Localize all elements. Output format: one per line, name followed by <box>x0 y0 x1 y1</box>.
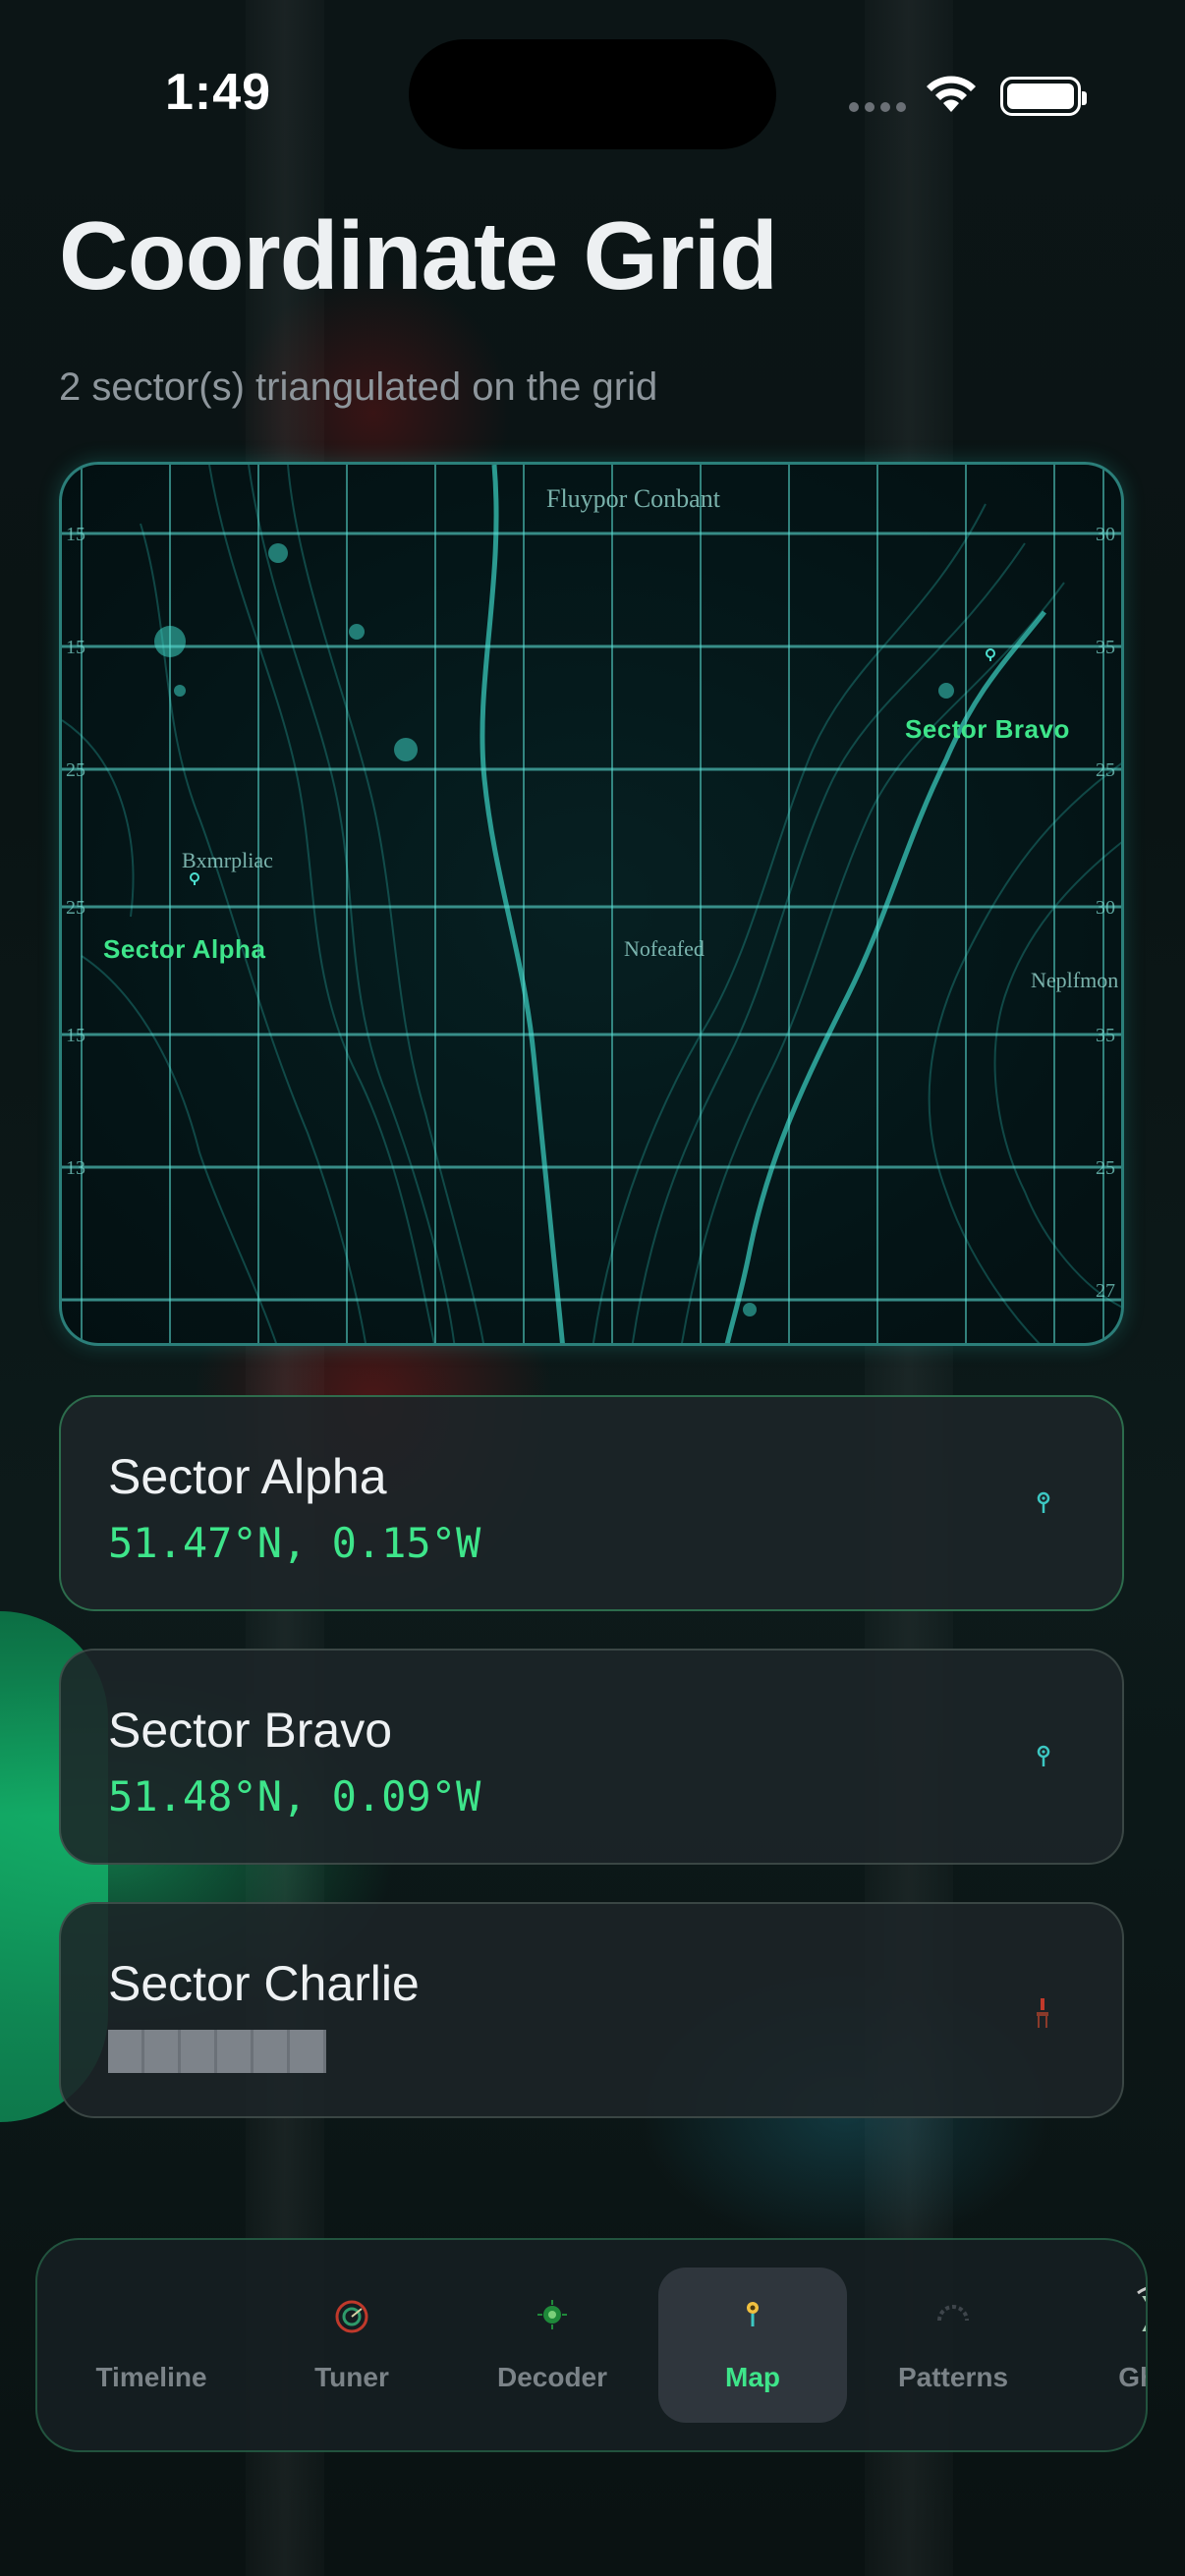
tab-label: Ghos <box>1118 2362 1146 2392</box>
tab-timeline[interactable]: Timeline <box>57 2268 246 2423</box>
tab-patterns[interactable]: Patterns <box>859 2268 1047 2423</box>
map-edge-tick: 13 <box>66 1157 85 1179</box>
tab-label: Map <box>725 2362 780 2392</box>
map-place-label: Fluypor Conbant <box>546 484 720 513</box>
wifi-icon <box>927 76 976 112</box>
map-edge-tick: 15 <box>66 1025 85 1046</box>
page-subtitle: 2 sector(s) triangulated on the grid <box>59 365 658 409</box>
map-sector-tag-alpha[interactable]: Sector Alpha <box>103 934 265 965</box>
map-pin-icon <box>747 2302 759 2326</box>
map-edge-tick: 35 <box>1096 637 1115 658</box>
tuner-dial-icon <box>335 2300 368 2333</box>
map-place-label: Neplfmon <box>1031 968 1119 992</box>
sector-name: Sector Alpha <box>108 1449 387 1504</box>
sector-name: Sector Charlie <box>108 1956 420 2011</box>
map-edge-tick: 30 <box>1096 897 1115 919</box>
map-edge-tick: 25 <box>66 897 85 919</box>
tab-map[interactable]: Map <box>658 2268 847 2423</box>
sector-card-bravo[interactable]: Sector Bravo 51.48°N, 0.09°W <box>59 1649 1124 1865</box>
map-place-label: Nofeafed <box>624 936 705 961</box>
coordinate-map[interactable]: Fluypor Conbant Bxmrpliac Nofeafed Neplf… <box>59 462 1124 1346</box>
map-edge-tick: 15 <box>66 637 85 658</box>
map-edge-tick: 30 <box>1096 524 1115 545</box>
sector-coordinates: 51.47°N, 0.15°W <box>108 1519 481 1567</box>
dynamic-island <box>409 39 776 149</box>
pin-icon <box>1037 1491 1050 1513</box>
map-place-label: Bxmrpliac <box>182 848 273 872</box>
status-time: 1:49 <box>165 64 272 121</box>
map-edge-tick: 25 <box>1096 1157 1115 1179</box>
map-sector-tag-bravo[interactable]: Sector Bravo <box>905 714 1070 745</box>
map-edge-tick: 27 <box>1096 1280 1115 1302</box>
sector-card-charlie[interactable]: Sector Charlie <box>59 1902 1124 2118</box>
tab-label: Timeline <box>95 2362 207 2392</box>
redacted-coordinates <box>108 2030 326 2073</box>
map-terrain <box>62 465 1121 1343</box>
tab-label: Tuner <box>314 2362 389 2392</box>
tab-label: Patterns <box>897 2362 1009 2392</box>
tab-tuner[interactable]: Tuner <box>257 2268 446 2423</box>
cellular-signal-icon <box>849 102 906 112</box>
map-edge-tick: 25 <box>66 759 85 781</box>
map-edge-tick: 15 <box>66 524 85 545</box>
sector-card-alpha[interactable]: Sector Alpha 51.47°N, 0.15°W <box>59 1395 1124 1611</box>
sector-coordinates: 51.48°N, 0.09°W <box>108 1772 481 1820</box>
patterns-icon <box>937 2305 969 2322</box>
page-title: Coordinate Grid <box>59 201 778 309</box>
pin-icon <box>1037 1745 1050 1766</box>
map-edge-tick: 25 <box>1096 759 1115 781</box>
battery-icon <box>1000 77 1087 116</box>
tab-decoder[interactable]: Decoder <box>458 2268 647 2423</box>
tab-label: Decoder <box>496 2362 608 2392</box>
map-edge-tick: 35 <box>1096 1025 1115 1046</box>
decoder-icon <box>537 2300 567 2329</box>
map-pin-icon[interactable] <box>984 647 997 661</box>
hourglass-icon <box>1137 2286 1146 2331</box>
bottom-tab-bar: Timeline Tuner Decoder Map Patterns Ghos <box>35 2238 1148 2452</box>
map-pin-icon[interactable] <box>188 871 201 885</box>
sector-name: Sector Bravo <box>108 1703 393 1758</box>
warning-icon <box>1037 1998 1048 2028</box>
tab-ghost[interactable]: Ghos <box>1059 2268 1146 2423</box>
